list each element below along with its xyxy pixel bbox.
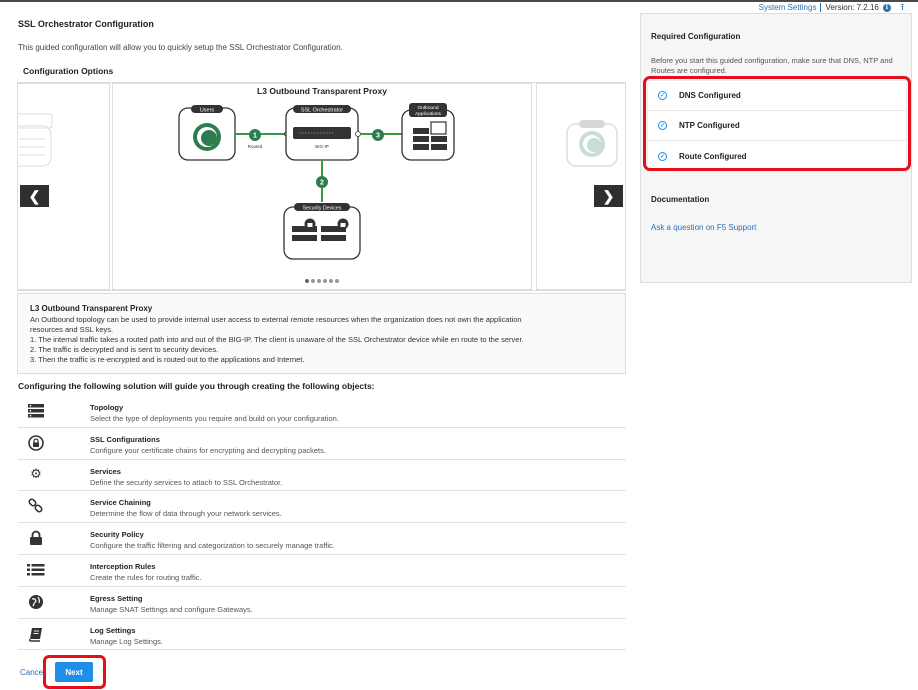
object-label: Service Chaining xyxy=(90,498,151,508)
topology-diagram: Users 1 Routed SSL Orchestrator BIG-IP 3 xyxy=(178,103,455,260)
object-description: Select the type of deployments you requi… xyxy=(90,414,339,423)
intro-text: This guided configuration will allow you… xyxy=(18,43,343,52)
list-item-ssl-configurations: SSL Configurations Configure your certif… xyxy=(18,428,626,460)
lock-circle-icon xyxy=(27,434,45,451)
carousel-dot[interactable] xyxy=(305,279,309,283)
object-label: Topology xyxy=(90,403,124,412)
list-item-egress-setting: Egress Setting Manage SNAT Settings and … xyxy=(18,587,626,619)
description-title: L3 Outbound Transparent Proxy xyxy=(30,304,153,313)
object-label: Security Policy xyxy=(90,530,144,540)
ssl-orchestrator-label: SSL Orchestrator xyxy=(301,108,343,114)
object-description: Configure your certificate chains for en… xyxy=(90,445,326,455)
outbound-applications-box xyxy=(401,109,455,161)
step-2-label: 2 xyxy=(320,180,324,187)
server-stack-icon xyxy=(27,403,45,419)
documentation-heading: Documentation xyxy=(651,195,710,204)
required-configuration-text: Before you start this guided configurati… xyxy=(651,56,893,75)
object-label: Egress Setting xyxy=(90,593,143,603)
object-description: Manage Log Settings. xyxy=(90,636,163,646)
required-checks-highlight-box xyxy=(643,76,911,171)
step-3-label: 3 xyxy=(376,133,380,140)
list-item-service-chaining: Service Chaining Determine the flow of d… xyxy=(18,491,626,524)
users-label: Users xyxy=(200,108,215,114)
object-description: Manage SNAT Settings and configure Gatew… xyxy=(90,604,253,614)
object-label: Interception Rules xyxy=(90,561,156,571)
big-ip-device xyxy=(293,127,351,139)
carousel-card-active[interactable]: L3 Outbound Transparent Proxy Users 1 Ro… xyxy=(112,83,532,290)
list-item-interception-rules: Interception Rules Create the rules for … xyxy=(18,555,626,587)
objects-list: Topology Select the type of deployments … xyxy=(18,396,626,651)
carousel-dot[interactable] xyxy=(311,279,315,283)
outbound-label-2: Applications xyxy=(415,111,441,117)
globe-icon xyxy=(27,594,45,610)
top-bar: System Settings Version: 7.2.16 i ⭱ xyxy=(759,2,904,13)
list-item-topology: Topology Select the type of deployments … xyxy=(18,396,626,428)
carousel-dot[interactable] xyxy=(323,279,327,283)
big-ip-label: BIG-IP xyxy=(315,144,329,149)
description-line: 1. The internal traffic takes a routed p… xyxy=(30,335,524,344)
carousel-pagination xyxy=(113,276,531,285)
description-line: 3. Then the traffic is re-encrypted and … xyxy=(30,355,305,364)
version-label: Version: 7.2.16 xyxy=(825,3,879,12)
object-description: Determine the flow of data through your … xyxy=(90,509,282,519)
security-devices-label: Security Devices xyxy=(303,206,342,212)
object-description: Define the security services to attach t… xyxy=(90,477,283,487)
list-item-security-policy: Security Policy Configure the traffic fi… xyxy=(18,523,626,555)
info-icon[interactable]: i xyxy=(882,3,891,12)
list-item-services: ⚙︎ Services Define the security services… xyxy=(18,460,626,492)
object-label: SSL Configurations xyxy=(90,434,160,444)
lock-icon xyxy=(27,530,45,546)
step-1-label: 1 xyxy=(253,133,257,140)
object-description: Create the rules for routing traffic. xyxy=(90,572,202,582)
description-line: An Outbound topology can be used to prov… xyxy=(30,315,522,324)
next-highlight-box xyxy=(43,655,106,689)
system-settings-link[interactable]: System Settings xyxy=(759,3,817,12)
configuration-options-heading: Configuration Options xyxy=(23,66,114,76)
divider xyxy=(820,3,822,12)
carousel-prev-button[interactable]: ❮ xyxy=(20,185,49,207)
carousel-dot[interactable] xyxy=(317,279,321,283)
outbound-label-1: Outbound xyxy=(417,105,438,111)
object-label: Services xyxy=(90,466,121,476)
carousel-next-button[interactable]: ❯ xyxy=(594,185,623,207)
cancel-button[interactable]: Cancel xyxy=(20,668,45,677)
object-description: Configure the traffic filtering and cate… xyxy=(90,541,335,551)
object-label: Log Settings xyxy=(90,625,136,635)
list-icon xyxy=(27,562,45,578)
gears-icon: ⚙︎ xyxy=(30,467,42,483)
topology-carousel: L3 Outbound Transparent Proxy Users 1 Ro… xyxy=(17,82,626,291)
carousel-dot[interactable] xyxy=(335,279,339,283)
link-icon xyxy=(27,498,45,514)
topology-description: L3 Outbound Transparent Proxy An Outboun… xyxy=(17,293,626,374)
support-link[interactable]: Ask a question on F5 Support xyxy=(651,223,756,232)
routed-label: Routed xyxy=(248,144,263,149)
description-line: 2. The traffic is decrypted and is sent … xyxy=(30,345,219,354)
book-icon xyxy=(27,626,45,642)
objects-heading: Configuring the following solution will … xyxy=(18,381,375,391)
carousel-dot[interactable] xyxy=(329,279,333,283)
security-devices-box xyxy=(283,206,361,260)
description-line: resources and SSL keys. xyxy=(30,325,114,334)
page-title: SSL Orchestrator Configuration xyxy=(18,19,154,29)
list-item-log-settings: Log Settings Manage Log Settings. xyxy=(18,619,626,651)
required-configuration-heading: Required Configuration xyxy=(651,32,741,41)
